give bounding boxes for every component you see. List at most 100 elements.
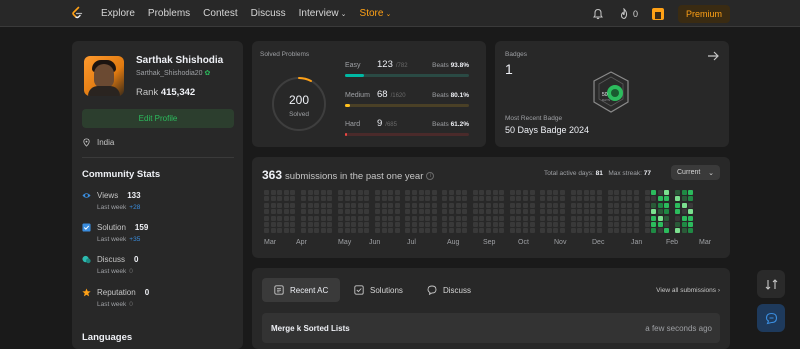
heatmap-cell[interactable] (364, 209, 370, 215)
heatmap-cell[interactable] (597, 202, 602, 208)
heatmap-cell[interactable] (523, 209, 528, 215)
nav-contest[interactable]: Contest (203, 8, 237, 19)
heatmap-cell[interactable] (388, 222, 394, 227)
heatmap-cell[interactable] (418, 196, 424, 202)
premium-button[interactable]: Premium (677, 4, 730, 23)
heatmap-cell[interactable] (657, 222, 663, 227)
heatmap-cell[interactable] (651, 190, 657, 195)
heatmap-cell[interactable] (283, 222, 289, 227)
heatmap-cell[interactable] (634, 196, 639, 202)
heatmap-cell[interactable] (283, 190, 289, 195)
heatmap-cell[interactable] (644, 209, 650, 215)
heatmap-cell[interactable] (381, 228, 387, 234)
heatmap-cell[interactable] (523, 202, 528, 208)
heatmap-cell[interactable] (529, 202, 535, 208)
heatmap-cell[interactable] (486, 228, 491, 234)
heatmap-cell[interactable] (431, 202, 437, 208)
heatmap-cell[interactable] (283, 196, 289, 202)
heatmap-cell[interactable] (394, 209, 400, 215)
heatmap-cell[interactable] (509, 190, 515, 195)
heatmap-cell[interactable] (320, 222, 326, 227)
heatmap-cell[interactable] (388, 215, 394, 221)
heatmap-cell[interactable] (570, 215, 576, 221)
heatmap-cell[interactable] (583, 209, 589, 215)
badges-card[interactable]: Badges 1 50 DAYS Most Recent Badge 50 Da… (495, 41, 729, 147)
heatmap-cell[interactable] (264, 209, 269, 215)
heatmap-cell[interactable] (314, 190, 320, 195)
feedback-button[interactable] (757, 304, 785, 332)
heatmap-cell[interactable] (375, 222, 380, 227)
heatmap-cell[interactable] (338, 190, 343, 195)
heatmap-cell[interactable] (553, 209, 559, 215)
heatmap-cell[interactable] (553, 215, 559, 221)
heatmap-cell[interactable] (290, 215, 296, 221)
heatmap-cell[interactable] (688, 209, 694, 215)
heatmap-cell[interactable] (590, 209, 596, 215)
heatmap-cell[interactable] (546, 222, 552, 227)
heatmap-cell[interactable] (394, 190, 400, 195)
heatmap-cell[interactable] (570, 202, 576, 208)
heatmap-cell[interactable] (529, 215, 535, 221)
heatmap-cell[interactable] (425, 190, 431, 195)
heatmap-cell[interactable] (570, 222, 576, 227)
heatmap-cell[interactable] (560, 190, 565, 195)
heatmap-cell[interactable] (675, 228, 680, 234)
heatmap-cell[interactable] (394, 202, 400, 208)
heatmap-cell[interactable] (351, 202, 357, 208)
heatmap-cell[interactable] (375, 196, 380, 202)
heatmap-cell[interactable] (314, 196, 320, 202)
heatmap-cell[interactable] (455, 215, 461, 221)
heatmap-cell[interactable] (431, 190, 437, 195)
heatmap-cell[interactable] (357, 209, 363, 215)
heatmap-cell[interactable] (664, 215, 670, 221)
heatmap-cell[interactable] (590, 196, 596, 202)
heatmap-cell[interactable] (597, 209, 602, 215)
heatmap-cell[interactable] (499, 222, 505, 227)
switch-layout-button[interactable] (757, 270, 785, 298)
heatmap-cell[interactable] (675, 209, 680, 215)
heatmap-cell[interactable] (664, 228, 670, 234)
heatmap-cell[interactable] (644, 222, 650, 227)
heatmap-cell[interactable] (381, 209, 387, 215)
heatmap-cell[interactable] (405, 196, 411, 202)
heatmap-cell[interactable] (570, 209, 576, 215)
heatmap-cell[interactable] (675, 190, 680, 195)
heatmap-cell[interactable] (688, 196, 694, 202)
heatmap-cell[interactable] (320, 228, 326, 234)
heatmap-cell[interactable] (277, 190, 283, 195)
heatmap-cell[interactable] (570, 196, 576, 202)
heatmap-cell[interactable] (546, 196, 552, 202)
heatmap-cell[interactable] (425, 222, 431, 227)
heatmap-cell[interactable] (394, 222, 400, 227)
heatmap-cell[interactable] (644, 190, 650, 195)
heatmap-cell[interactable] (492, 215, 498, 221)
heatmap-cell[interactable] (546, 215, 552, 221)
heatmap-cell[interactable] (472, 190, 478, 195)
heatmap-cell[interactable] (486, 190, 491, 195)
heatmap-cell[interactable] (509, 228, 515, 234)
heatmap-cell[interactable] (472, 215, 478, 221)
heatmap-cell[interactable] (455, 202, 461, 208)
heatmap-cell[interactable] (412, 190, 417, 195)
heatmap-cell[interactable] (425, 215, 431, 221)
heatmap-cell[interactable] (412, 202, 417, 208)
heatmap-cell[interactable] (492, 202, 498, 208)
heatmap-cell[interactable] (301, 202, 306, 208)
heatmap-cell[interactable] (320, 209, 326, 215)
heatmap-cell[interactable] (499, 196, 505, 202)
info-icon[interactable]: i (426, 172, 435, 181)
heatmap-cell[interactable] (540, 202, 546, 208)
heatmap-cell[interactable] (442, 196, 448, 202)
heatmap-cell[interactable] (499, 228, 505, 234)
heatmap-cell[interactable] (675, 215, 680, 221)
heatmap-cell[interactable] (607, 196, 613, 202)
heatmap-cell[interactable] (614, 196, 620, 202)
heatmap-cell[interactable] (301, 228, 306, 234)
heatmap-cell[interactable] (381, 196, 387, 202)
heatmap-cell[interactable] (418, 215, 424, 221)
heatmap-cell[interactable] (449, 222, 454, 227)
heatmap-cell[interactable] (431, 228, 437, 234)
heatmap-cell[interactable] (590, 228, 596, 234)
heatmap-cell[interactable] (301, 222, 306, 227)
heatmap-cell[interactable] (499, 209, 505, 215)
